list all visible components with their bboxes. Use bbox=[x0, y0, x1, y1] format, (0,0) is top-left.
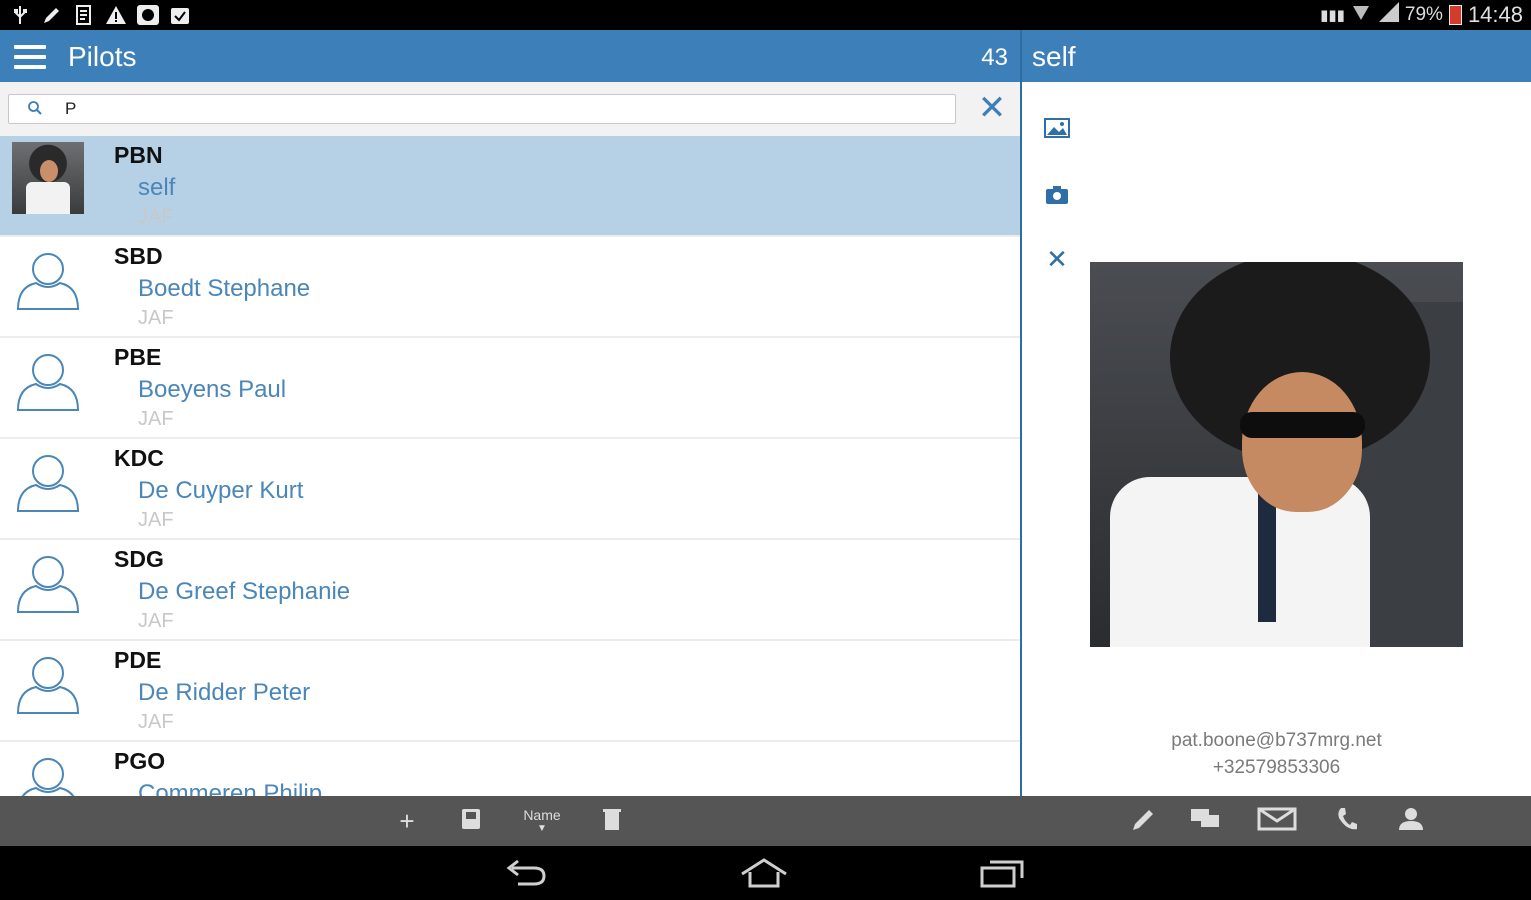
app: Pilots 43 self ✕ PBN self JAF SBD Boedt bbox=[0, 30, 1531, 846]
detail-pane: ✕ pat.boone@b737mrg.net +32579853306 bbox=[1022, 82, 1531, 796]
usb-icon bbox=[8, 4, 32, 26]
list-app-bar: Pilots 43 bbox=[0, 30, 1020, 82]
back-icon[interactable] bbox=[504, 858, 548, 890]
list-item[interactable]: SBD Boedt Stephane JAF bbox=[0, 237, 1020, 338]
system-status: ▮▮▮ 79% 14:48 bbox=[1320, 0, 1523, 30]
battery-icon bbox=[1448, 5, 1462, 25]
pilot-name: De Ridder Peter bbox=[138, 679, 311, 706]
pilot-code: PDE bbox=[114, 647, 162, 673]
pilot-code: SDG bbox=[114, 546, 164, 572]
list-item[interactable]: PDE De Ridder Peter JAF bbox=[0, 641, 1020, 742]
clear-search-icon[interactable]: ✕ bbox=[976, 91, 1008, 125]
pilot-code: PGO bbox=[114, 748, 166, 774]
sort-label: Name bbox=[523, 807, 561, 823]
contact-info: pat.boone@b737mrg.net +32579853306 bbox=[1022, 727, 1531, 781]
phone-icon[interactable] bbox=[1334, 806, 1360, 836]
camera-icon[interactable] bbox=[1042, 180, 1072, 210]
screenshot-icon bbox=[136, 4, 160, 26]
list-item[interactable]: PGO Commeren Philip bbox=[0, 742, 1020, 796]
battery-percent: 79% bbox=[1404, 4, 1443, 25]
wifi-icon bbox=[1351, 2, 1371, 28]
detail-title: self bbox=[1032, 41, 1076, 72]
pilot-name: Boeyens Paul bbox=[138, 376, 287, 403]
edit-icon bbox=[40, 4, 64, 26]
pilot-list[interactable]: PBN self JAF SBD Boedt Stephane JAF PBE … bbox=[0, 136, 1020, 796]
message-icon[interactable] bbox=[1188, 806, 1224, 836]
navigation-bar bbox=[0, 846, 1531, 900]
pilot-org: JAF bbox=[138, 307, 174, 329]
pilot-name: De Cuyper Kurt bbox=[138, 477, 304, 504]
pilot-name: Commeren Philip bbox=[138, 780, 323, 796]
pilot-org: JAF bbox=[138, 711, 174, 733]
person-placeholder-icon bbox=[12, 243, 84, 315]
pilot-org: JAF bbox=[138, 509, 174, 531]
document-icon bbox=[72, 4, 96, 26]
person-icon[interactable] bbox=[1396, 806, 1426, 836]
save-icon[interactable] bbox=[458, 806, 484, 836]
remove-photo-icon[interactable]: ✕ bbox=[1042, 244, 1072, 274]
pilot-name: self bbox=[138, 174, 176, 201]
hamburger-icon[interactable] bbox=[14, 45, 46, 69]
pilot-code: SBD bbox=[114, 243, 163, 269]
person-placeholder-icon bbox=[12, 748, 84, 796]
person-placeholder-icon bbox=[12, 344, 84, 416]
pilot-org: JAF bbox=[138, 610, 174, 632]
warning-icon bbox=[104, 4, 128, 26]
pilot-code: PBE bbox=[114, 344, 162, 370]
search-input[interactable] bbox=[65, 97, 945, 121]
data-network-icon: ▮▮▮ bbox=[1320, 7, 1345, 24]
pilot-org: JAF bbox=[138, 206, 174, 228]
signal-icon bbox=[1377, 2, 1399, 28]
recent-apps-icon[interactable] bbox=[978, 858, 1026, 890]
person-placeholder-icon bbox=[12, 546, 84, 618]
list-item[interactable]: PBN self JAF bbox=[0, 136, 1020, 237]
search-box[interactable] bbox=[8, 94, 956, 124]
notification-icons bbox=[8, 2, 192, 28]
chevron-down-icon: ▼ bbox=[537, 823, 547, 834]
add-icon[interactable]: + bbox=[394, 806, 420, 836]
search-bar: ✕ bbox=[0, 82, 1020, 136]
action-bar: + Name ▼ bbox=[0, 796, 1531, 846]
status-bar: ▮▮▮ 79% 14:48 bbox=[0, 0, 1531, 30]
pilot-code: KDC bbox=[114, 445, 164, 471]
pilot-org: JAF bbox=[138, 408, 174, 430]
delete-icon[interactable] bbox=[600, 806, 624, 836]
clock: 14:48 bbox=[1467, 2, 1523, 27]
person-placeholder-icon bbox=[12, 445, 84, 517]
pilot-name: De Greef Stephanie bbox=[138, 578, 351, 605]
sort-button[interactable]: Name ▼ bbox=[514, 808, 570, 838]
page-title: Pilots bbox=[68, 41, 137, 72]
gallery-icon[interactable] bbox=[1042, 114, 1072, 144]
pilot-count: 43 bbox=[981, 44, 1008, 71]
email-text: pat.boone@b737mrg.net bbox=[1171, 730, 1382, 751]
home-icon[interactable] bbox=[738, 858, 790, 890]
pilot-code: PBN bbox=[114, 142, 163, 168]
list-item[interactable]: PBE Boeyens Paul JAF bbox=[0, 338, 1020, 439]
person-placeholder-icon bbox=[12, 647, 84, 719]
avatar-photo bbox=[12, 142, 84, 214]
pilot-photo bbox=[1090, 262, 1463, 647]
email-icon[interactable] bbox=[1256, 806, 1298, 836]
list-item[interactable]: SDG De Greef Stephanie JAF bbox=[0, 540, 1020, 641]
list-item[interactable]: KDC De Cuyper Kurt JAF bbox=[0, 439, 1020, 540]
pilot-name: Boedt Stephane bbox=[138, 275, 311, 302]
detail-app-bar: self bbox=[1022, 30, 1531, 82]
calendar-check-icon bbox=[168, 4, 192, 26]
phone-text: +32579853306 bbox=[1212, 757, 1341, 778]
edit-icon[interactable] bbox=[1128, 806, 1158, 836]
search-icon bbox=[27, 100, 43, 116]
